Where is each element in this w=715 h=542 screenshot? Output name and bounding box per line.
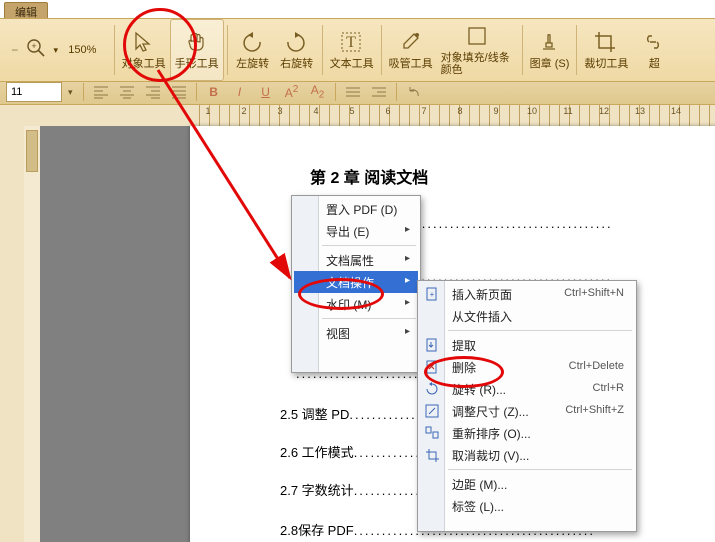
fill-icon — [465, 24, 491, 50]
ribbon: − + ▾ 150% 对象工具 手形工具 左旋转 右旋转 T 文本工具 吸管工具… — [0, 18, 715, 82]
menu-item-view[interactable]: 视图 — [294, 322, 418, 344]
crop-icon — [593, 30, 619, 56]
page-plus-icon: + — [424, 286, 440, 302]
scroll-thumb[interactable] — [26, 130, 38, 172]
menu-item-export[interactable]: 导出 (E) — [294, 220, 418, 242]
italic-button[interactable]: I — [228, 81, 252, 103]
stamp-icon — [537, 30, 563, 56]
magnifier-icon: + — [25, 37, 51, 63]
align-center-icon — [119, 85, 135, 99]
menu-item-insert-from-file[interactable]: 从文件插入 — [420, 305, 634, 327]
minus-icon: − — [11, 43, 18, 57]
subscript-button[interactable]: A2 — [306, 81, 330, 103]
line-spacing-button[interactable] — [341, 81, 365, 103]
uncrop-icon — [424, 447, 440, 463]
hand-tool-button[interactable]: 手形工具 — [170, 19, 224, 81]
eyedropper-icon — [398, 30, 424, 56]
page-title: 第 2 章 阅读文档 — [310, 164, 428, 188]
align-center-button[interactable] — [115, 81, 139, 103]
vertical-ruler — [0, 126, 25, 542]
crop-button[interactable]: 裁切工具 — [580, 20, 632, 80]
format-toolbar: ▾ B I U A2 A2 — [0, 80, 715, 105]
superscript-button[interactable]: A2 — [280, 81, 304, 103]
underline-icon: U — [261, 85, 270, 99]
rotate-left-button[interactable]: 左旋转 — [231, 20, 275, 80]
underline-button[interactable]: U — [254, 81, 278, 103]
align-justify-button[interactable] — [167, 81, 191, 103]
zoom-in-button[interactable]: + ▾ — [25, 37, 58, 63]
context-menu-doc: 置入 PDF (D) 导出 (E) 文档属性 文档操作 水印 (M) 视图 — [291, 195, 421, 373]
menu-item-insert-new-page[interactable]: + 插入新页面 Ctrl+Shift+N — [420, 283, 634, 305]
context-menu-doc-ops: + 插入新页面 Ctrl+Shift+N 从文件插入 提取 删除 Ctrl+De… — [417, 280, 637, 532]
undo-button[interactable] — [402, 81, 426, 103]
menu-item-extract[interactable]: 提取 — [420, 334, 634, 356]
svg-text:+: + — [32, 41, 37, 51]
tab-bar: 编辑 — [4, 0, 48, 18]
align-justify-icon — [171, 85, 187, 99]
cursor-icon — [131, 30, 157, 56]
subscript-icon: A2 — [311, 83, 325, 100]
svg-text:+: + — [430, 290, 435, 299]
menu-item-uncrop[interactable]: 取消裁切 (V)... — [420, 444, 634, 466]
rotate-left-icon — [240, 30, 266, 56]
font-size-input[interactable] — [6, 82, 62, 102]
vertical-scrollbar[interactable] — [24, 126, 41, 542]
reorder-icon — [424, 425, 440, 441]
rotate-right-button[interactable]: 右旋转 — [275, 20, 319, 80]
superscript-icon: A2 — [285, 84, 299, 100]
menu-item-doc-props[interactable]: 文档属性 — [294, 249, 418, 271]
zoom-out-button[interactable]: − — [9, 39, 20, 61]
horizontal-ruler: 12 34 56 78 910 1112 1314 — [190, 104, 715, 127]
align-right-button[interactable] — [141, 81, 165, 103]
link-icon — [641, 30, 667, 56]
menu-item-margin[interactable]: 边距 (M)... — [420, 473, 634, 495]
line-spacing-icon — [345, 85, 361, 99]
align-right-icon — [145, 85, 161, 99]
italic-icon: I — [238, 85, 241, 99]
menu-item-place-pdf[interactable]: 置入 PDF (D) — [294, 198, 418, 220]
hyperlink-button[interactable]: 超 — [632, 20, 676, 80]
indent-button[interactable] — [367, 81, 391, 103]
zoom-value[interactable]: 150% — [62, 44, 103, 56]
svg-text:T: T — [346, 34, 356, 51]
extract-icon — [424, 337, 440, 353]
bold-button[interactable]: B — [202, 81, 226, 103]
menu-item-tag[interactable]: 标签 (L)... — [420, 495, 634, 517]
undo-icon — [406, 85, 422, 99]
menu-item-resize[interactable]: 调整尺寸 (Z)... Ctrl+Shift+Z — [420, 400, 634, 422]
menu-item-watermark[interactable]: 水印 (M) — [294, 293, 418, 315]
object-tool-button[interactable]: 对象工具 — [118, 20, 170, 80]
zoom-group: − + ▾ 150% — [0, 19, 111, 81]
text-icon: T — [339, 30, 365, 56]
hand-icon — [184, 30, 210, 56]
fill-stroke-button[interactable]: 对象填充/线条颜色 — [437, 20, 519, 80]
delete-page-icon — [424, 359, 440, 375]
menu-item-reorder[interactable]: 重新排序 (O)... — [420, 422, 634, 444]
rotate-page-icon — [424, 381, 440, 397]
stamp-button[interactable]: 图章 (S) — [526, 20, 574, 80]
chevron-down-icon: ▾ — [53, 45, 58, 56]
indent-icon — [371, 85, 387, 99]
menu-item-doc-ops[interactable]: 文档操作 — [294, 271, 418, 293]
menu-item-delete[interactable]: 删除 Ctrl+Delete — [420, 356, 634, 378]
bold-icon: B — [209, 85, 218, 99]
resize-icon — [424, 403, 440, 419]
text-tool-button[interactable]: T 文本工具 — [326, 20, 378, 80]
menu-item-rotate[interactable]: 旋转 (R)... Ctrl+R — [420, 378, 634, 400]
eyedrop-tool-button[interactable]: 吸管工具 — [385, 20, 437, 80]
rotate-right-icon — [284, 30, 310, 56]
align-left-icon — [93, 85, 109, 99]
align-left-button[interactable] — [89, 81, 113, 103]
